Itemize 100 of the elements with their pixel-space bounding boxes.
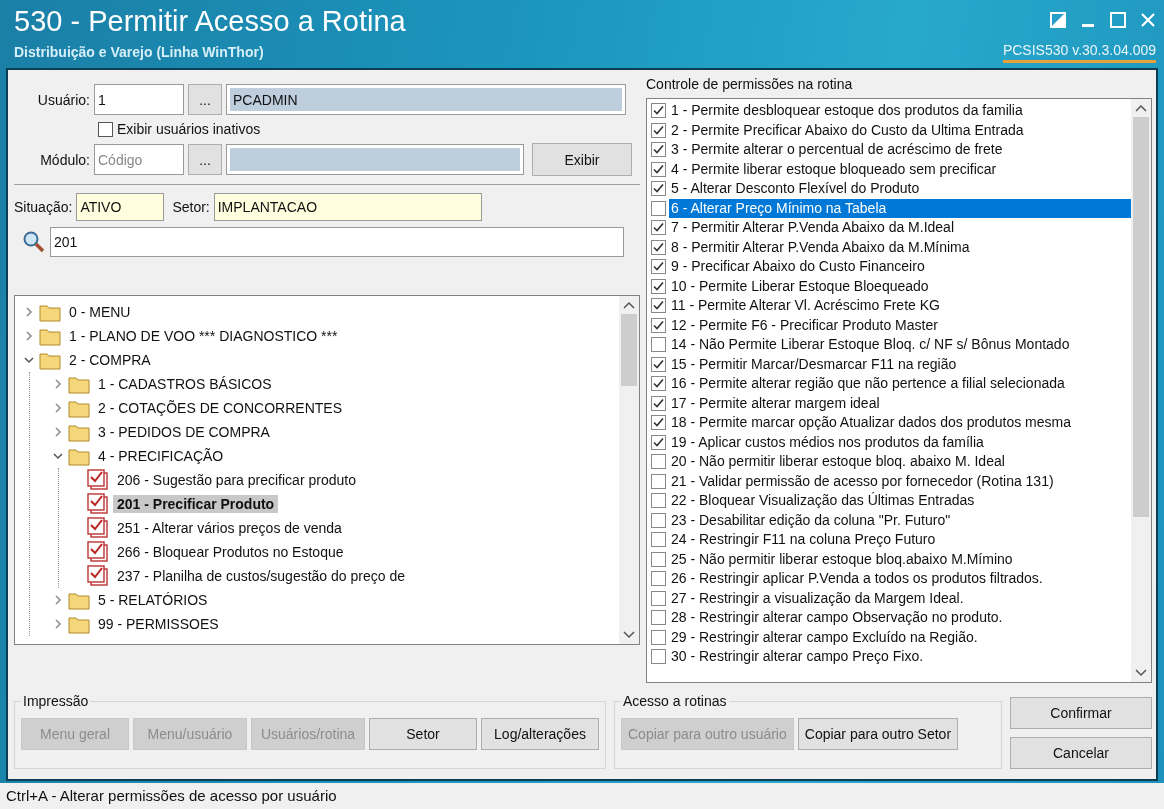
- restore-icon[interactable]: [1050, 12, 1066, 28]
- tree-item[interactable]: 201 - Precificar Produto: [113, 495, 279, 513]
- permission-item[interactable]: 14 - Não Permite Liberar Estoque Bloq. c/ NF s/ Bônus Montado: [669, 335, 1131, 355]
- user-name-field[interactable]: PCADMIN: [226, 84, 626, 115]
- expand-icon[interactable]: [23, 330, 35, 342]
- permission-checkbox[interactable]: [651, 493, 666, 509]
- permission-item[interactable]: 17 - Permite alterar margem ideal: [669, 393, 1131, 413]
- permission-item[interactable]: 4 - Permite liberar estoque bloqueado sem precificar: [669, 159, 1131, 179]
- permission-checkbox[interactable]: [651, 103, 666, 119]
- module-lookup-button[interactable]: ...: [188, 144, 222, 175]
- checked-routine-icon[interactable]: [87, 493, 109, 515]
- permission-item[interactable]: 12 - Permite F6 - Precificar Produto Master: [669, 315, 1131, 335]
- tree-item[interactable]: 1 - CADASTROS BÁSICOS: [94, 375, 276, 393]
- permission-item[interactable]: 24 - Restringir F11 na coluna Preço Futuro: [669, 530, 1131, 550]
- situation-field[interactable]: ATIVO: [76, 193, 165, 221]
- permission-item[interactable]: 11 - Permite Alterar Vl. Acréscimo Frete KG: [669, 296, 1131, 316]
- print-button[interactable]: Log/alterações: [481, 717, 599, 750]
- expand-icon[interactable]: [52, 378, 64, 390]
- permission-item[interactable]: 2 - Permite Precificar Abaixo do Custo da Ultima Entrada: [669, 120, 1131, 140]
- print-button[interactable]: Setor: [369, 717, 477, 750]
- permission-item[interactable]: 8 - Permitir Alterar P.Venda Abaixo da M.Mínima: [669, 237, 1131, 257]
- permission-checkbox[interactable]: [651, 649, 666, 665]
- permission-checkbox[interactable]: [651, 532, 666, 548]
- cancel-button[interactable]: Cancelar: [1010, 737, 1152, 769]
- permission-item[interactable]: 3 - Permite alterar o percentual de acréscimo de frete: [669, 140, 1131, 160]
- maximize-icon[interactable]: [1110, 12, 1126, 28]
- permission-item[interactable]: 23 - Desabilitar edição da coluna "Pr. Futuro": [669, 510, 1131, 530]
- module-name-field[interactable]: [226, 144, 524, 175]
- checked-routine-icon[interactable]: [87, 517, 109, 539]
- permission-checkbox[interactable]: [651, 473, 666, 489]
- permission-item[interactable]: 28 - Restringir alterar campo Observação no produto.: [669, 608, 1131, 628]
- confirm-button[interactable]: Confirmar: [1010, 697, 1152, 729]
- permission-checkbox[interactable]: [651, 512, 666, 528]
- tree-item[interactable]: 206 - Sugestão para precificar produto: [113, 471, 360, 489]
- scroll-down-icon[interactable]: [623, 630, 635, 640]
- tree-item[interactable]: 4 - PRECIFICAÇÃO: [94, 447, 228, 465]
- permission-checkbox[interactable]: [651, 571, 666, 587]
- permission-item[interactable]: 10 - Permite Liberar Estoque Bloequeado: [669, 276, 1131, 296]
- collapse-icon[interactable]: [52, 450, 64, 462]
- tree-item[interactable]: 3 - PEDIDOS DE COMPRA: [94, 423, 274, 441]
- permission-checkbox[interactable]: [651, 161, 666, 177]
- scrollbar-thumb[interactable]: [621, 314, 637, 386]
- permission-checkbox[interactable]: [651, 610, 666, 626]
- close-icon[interactable]: [1140, 12, 1156, 28]
- permission-item[interactable]: 22 - Bloquear Visualização das Últimas Entradas: [669, 491, 1131, 511]
- checked-routine-icon[interactable]: [87, 541, 109, 563]
- tree-item[interactable]: 251 - Alterar vários preços de venda: [113, 519, 346, 537]
- permission-item[interactable]: 30 - Restringir alterar campo Preço Fixo.: [669, 647, 1131, 667]
- permission-checkbox[interactable]: [651, 356, 666, 372]
- permission-checkbox[interactable]: [651, 629, 666, 645]
- permission-item[interactable]: 15 - Permitir Marcar/Desmarcar F11 na região: [669, 354, 1131, 374]
- scroll-up-icon[interactable]: [1135, 103, 1147, 113]
- tree-item[interactable]: 5 - RELATÓRIOS: [94, 591, 212, 609]
- scroll-down-icon[interactable]: [1135, 668, 1147, 678]
- permission-checkbox[interactable]: [651, 239, 666, 255]
- permission-checkbox[interactable]: [651, 376, 666, 392]
- permission-item[interactable]: 9 - Precificar Abaixo do Custo Financeiro: [669, 257, 1131, 277]
- permission-checkbox[interactable]: [651, 551, 666, 567]
- permission-item[interactable]: 26 - Restringir aplicar P.Venda a todos os produtos filtrados.: [669, 569, 1131, 589]
- module-code-field[interactable]: Código: [94, 144, 184, 175]
- permission-checkbox[interactable]: [651, 590, 666, 606]
- checked-routine-icon[interactable]: [87, 469, 109, 491]
- permission-item[interactable]: 19 - Aplicar custos médios nos produtos da família: [669, 432, 1131, 452]
- permission-item[interactable]: 1 - Permite desbloquear estoque dos produtos da familia: [669, 101, 1131, 121]
- sector-field[interactable]: IMPLANTACAO: [213, 193, 482, 221]
- permission-item[interactable]: 29 - Restringir alterar campo Excluído na Região.: [669, 627, 1131, 647]
- permission-item[interactable]: 20 - Não permitir liberar estoque bloq. abaixo M. Ideal: [669, 452, 1131, 472]
- permission-checkbox[interactable]: [651, 317, 666, 333]
- permission-item[interactable]: 21 - Validar permissão de acesso por fornecedor (Rotina 131): [669, 471, 1131, 491]
- copy-button[interactable]: Copiar para outro Setor: [797, 717, 959, 750]
- permission-checkbox[interactable]: [651, 181, 666, 197]
- tree-item[interactable]: 2 - COMPRA: [65, 351, 155, 369]
- user-code-field[interactable]: 1: [94, 84, 184, 115]
- permission-checkbox[interactable]: [651, 220, 666, 236]
- permission-checkbox[interactable]: [651, 298, 666, 314]
- tree-item[interactable]: 99 - PERMISSOES: [94, 615, 223, 633]
- tree-item[interactable]: 266 - Bloquear Produtos no Estoque: [113, 543, 348, 561]
- permission-checkbox[interactable]: [651, 278, 666, 294]
- permission-item[interactable]: 5 - Alterar Desconto Flexível do Produto: [669, 179, 1131, 199]
- show-button[interactable]: Exibir: [532, 143, 632, 176]
- tree-item[interactable]: 0 - MENU: [65, 303, 135, 321]
- permission-item[interactable]: 16 - Permite alterar região que não pertence a filial selecionada: [669, 374, 1131, 394]
- expand-icon[interactable]: [52, 402, 64, 414]
- permission-item[interactable]: 18 - Permite marcar opção Atualizar dados dos produtos mesma: [669, 413, 1131, 433]
- permission-checkbox[interactable]: [651, 200, 666, 216]
- permission-checkbox[interactable]: [651, 454, 666, 470]
- permission-checkbox[interactable]: [651, 122, 666, 138]
- scroll-up-icon[interactable]: [623, 300, 635, 310]
- checked-routine-icon[interactable]: [87, 565, 109, 587]
- scrollbar-thumb[interactable]: [1133, 117, 1149, 517]
- expand-icon[interactable]: [52, 426, 64, 438]
- permission-item[interactable]: 25 - Não permitir liberar estoque bloq.abaixo M.Mímino: [669, 549, 1131, 569]
- permission-checkbox[interactable]: [651, 434, 666, 450]
- permission-checkbox[interactable]: [651, 259, 666, 275]
- tree-item[interactable]: 1 - PLANO DE VOO *** DIAGNOSTICO ***: [65, 327, 342, 345]
- permission-checkbox[interactable]: [651, 415, 666, 431]
- tree-item[interactable]: 2 - COTAÇÕES DE CONCORRENTES: [94, 399, 346, 417]
- permission-checkbox[interactable]: [651, 395, 666, 411]
- permission-checkbox[interactable]: [651, 337, 666, 353]
- permission-item[interactable]: 6 - Alterar Preço Mínimo na Tabela: [669, 198, 1131, 218]
